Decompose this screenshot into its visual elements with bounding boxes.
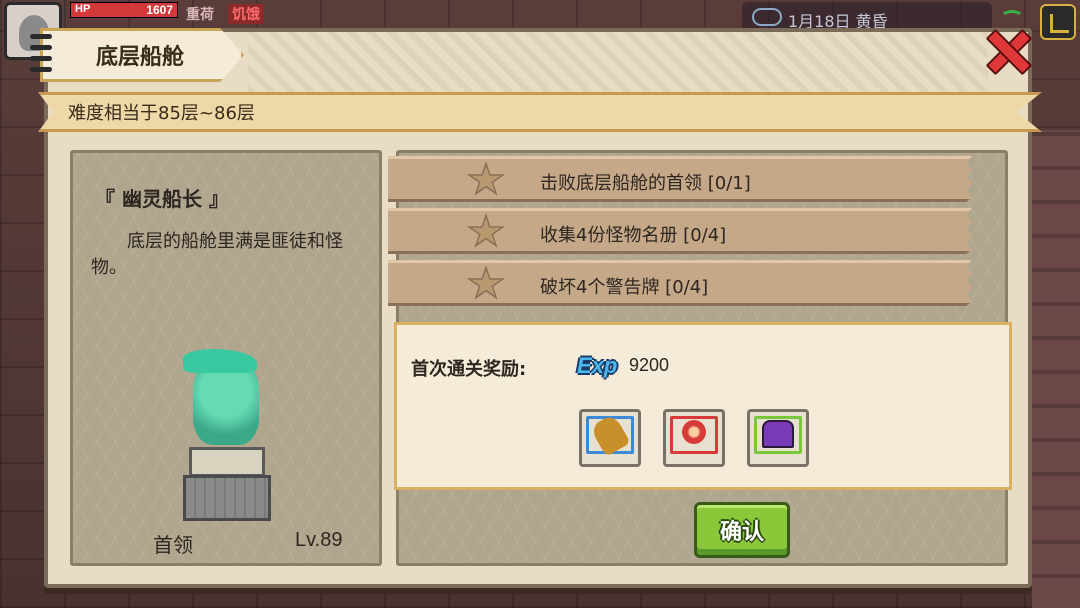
close-icon[interactable] (982, 26, 1030, 74)
orb-icon (682, 420, 706, 444)
chest-icon (762, 420, 794, 448)
reward-label: 首次通关奖励: (411, 359, 527, 380)
confirm-button-label: 确认 (719, 520, 764, 545)
ghost-captain-figure (183, 349, 273, 529)
difficulty-ribbon: 难度相当于85层~86层 (38, 92, 1042, 132)
star-icon (466, 265, 506, 300)
star-icon (466, 213, 506, 248)
boss-rank: 首领 (153, 533, 193, 557)
star-icon (466, 161, 506, 196)
objective-text: 击败底层船舱的首领 [0/1] (540, 173, 751, 194)
reward-item-scroll[interactable] (579, 409, 641, 467)
pedestal-base (183, 475, 271, 521)
first-clear-reward-box: 首次通关奖励: Exp 9200 (394, 322, 1012, 490)
background-wall (1032, 130, 1080, 608)
exit-icon[interactable] (1040, 4, 1076, 40)
page-title: 底层船舱 (96, 45, 185, 70)
objective-text: 破坏4个警告牌 [0/4] (540, 277, 709, 298)
reward-item-chest[interactable] (747, 409, 809, 467)
exp-icon: Exp (577, 353, 618, 378)
boss-level: Lv.89 (295, 529, 343, 551)
panel-hatch-decoration (248, 32, 988, 92)
pedestal-top (189, 447, 265, 477)
difficulty-text: 难度相当于85层~86层 (68, 103, 255, 124)
boss-name: 『 幽灵船长 』 (95, 187, 229, 211)
wifi-icon (1000, 10, 1024, 26)
hp-value: 1607 (146, 3, 173, 17)
objective-text: 收集4份怪物名册 [0/4] (540, 225, 727, 246)
status-hunger-badge: 饥饿 (228, 4, 264, 24)
title-tab-content: 底层船舱 (40, 28, 244, 82)
objective-row: 收集4份怪物名册 [0/4] (388, 208, 972, 254)
confirm-button[interactable]: 确认 (694, 502, 790, 558)
ghost-hat-icon (183, 349, 257, 373)
hp-label: HP (75, 3, 91, 15)
objective-row: 击败底层船舱的首领 [0/1] (388, 156, 972, 202)
exp-value: 9200 (629, 355, 670, 375)
reward-item-orb[interactable] (663, 409, 725, 467)
hp-bar: HP 1607 (70, 2, 178, 18)
boss-card: 『 幽灵船长 』 底层的船舱里满是匪徒和怪物。 首领 Lv.89 (70, 150, 382, 566)
status-weight-badge: 重荷 (186, 7, 214, 23)
boss-description: 底层的船舱里满是匪徒和怪物。 (91, 231, 343, 278)
objective-row: 破坏4个警告牌 [0/4] (388, 260, 972, 306)
cloud-icon (752, 8, 782, 26)
